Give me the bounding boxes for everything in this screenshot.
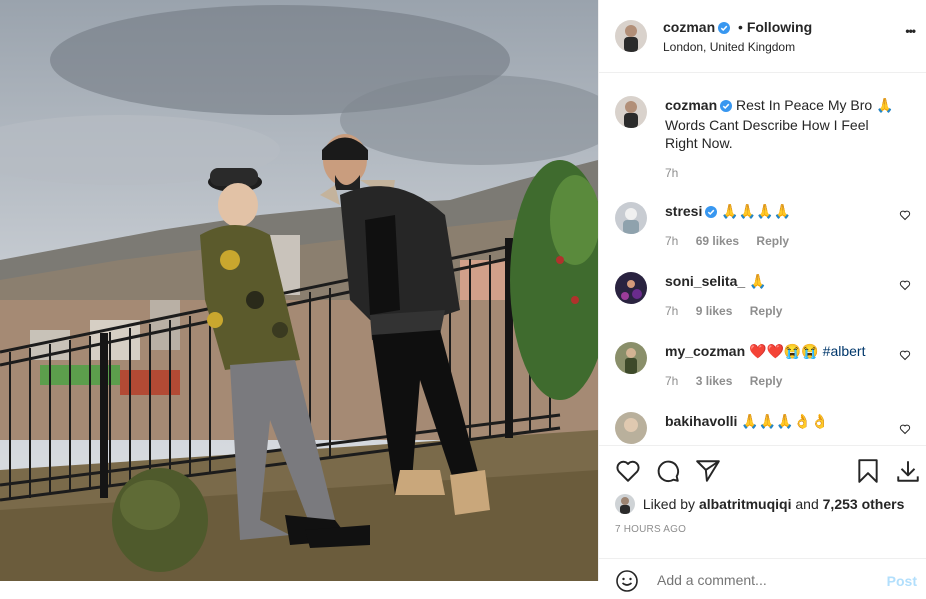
comment-meta: 7h 9 likes Reply [665, 304, 796, 318]
post-comment-button[interactable]: Post [887, 573, 917, 589]
commenter-username[interactable]: stresi [665, 203, 702, 219]
comment-like-heart-icon[interactable] [899, 422, 911, 440]
share-paper-plane-icon[interactable] [695, 458, 721, 489]
post-timestamp[interactable]: 7 HOURS AGO [615, 524, 686, 535]
comment-bubble-icon[interactable] [655, 458, 681, 489]
commenter-avatar[interactable] [615, 272, 647, 304]
commenter-avatar[interactable] [615, 202, 647, 234]
like-heart-icon[interactable] [615, 458, 641, 489]
reply-button[interactable]: Reply [756, 234, 789, 248]
commenter-avatar[interactable] [615, 412, 647, 444]
verified-badge-icon [718, 21, 731, 37]
verified-badge-icon [720, 98, 733, 116]
comment-meta: 7h 69 likes Reply [665, 234, 803, 248]
comment-text-block: bakihavolli 🙏🙏🙏👌👌 [665, 412, 905, 430]
commenter-username[interactable]: bakihavolli [665, 413, 737, 429]
comment-like-heart-icon[interactable] [899, 208, 911, 226]
comment-time[interactable]: 7h [665, 304, 678, 318]
comment-time[interactable]: 7h [665, 374, 678, 388]
comment-text: 🙏🙏🙏🙏 [721, 203, 791, 219]
liked-by-user[interactable]: albatritmuqiqi [699, 496, 792, 512]
follow-separator: • [738, 19, 743, 35]
author-avatar[interactable] [615, 20, 647, 52]
caption-username[interactable]: cozman [665, 97, 717, 113]
comment-item: soni_selita_ 🙏 7h 9 likes Reply [615, 266, 915, 326]
comment-like-heart-icon[interactable] [899, 278, 911, 296]
post-location[interactable]: London, United Kingdom [663, 40, 795, 54]
post-actions-section: Liked by albatritmuqiqi and 7,253 others… [599, 445, 926, 592]
emoji-icon[interactable] [615, 569, 639, 598]
following-button[interactable]: Following [747, 19, 812, 35]
comment-meta: 7h 3 likes Reply [665, 374, 796, 388]
author-username[interactable]: cozman [663, 19, 715, 35]
comment-input[interactable] [655, 571, 869, 589]
comment-likes[interactable]: 69 likes [696, 234, 739, 248]
add-comment-bar: Post [599, 558, 926, 599]
comment-text: ❤️❤️😭😭 [749, 343, 819, 359]
post-details-panel: cozman • Following London, United Kingdo… [598, 0, 926, 592]
comment-text-block: stresi 🙏🙏🙏🙏 [665, 202, 905, 222]
comment-item: bakihavolli 🙏🙏🙏👌👌 [615, 406, 915, 444]
comment-hashtag-link[interactable]: #albert [823, 343, 866, 359]
verified-badge-icon [705, 204, 718, 222]
comment-text-block: soni_selita_ 🙏 [665, 272, 905, 290]
caption-time[interactable]: 7h [665, 166, 678, 180]
caption: cozman Rest In Peace My Bro 🙏 Words Cant… [615, 90, 915, 185]
commenter-username[interactable]: soni_selita_ [665, 273, 745, 289]
liked-by-row: Liked by albatritmuqiqi and 7,253 others [615, 494, 904, 514]
download-icon[interactable] [895, 458, 921, 489]
comment-like-heart-icon[interactable] [899, 348, 911, 366]
post-image [0, 0, 598, 581]
liker-avatar[interactable] [615, 494, 635, 514]
comment-likes[interactable]: 3 likes [696, 374, 733, 388]
save-bookmark-icon[interactable] [855, 458, 881, 489]
reply-button[interactable]: Reply [750, 304, 783, 318]
post-photo[interactable] [0, 0, 598, 581]
comment-item: my_cozman ❤️❤️😭😭 #albert 7h 3 likes Repl… [615, 336, 915, 396]
post-header: cozman • Following London, United Kingdo… [599, 0, 926, 73]
caption-text-block: cozman Rest In Peace My Bro 🙏 Words Cant… [665, 96, 905, 152]
reply-button[interactable]: Reply [750, 374, 783, 388]
commenter-avatar[interactable] [615, 342, 647, 374]
comment-text-block: my_cozman ❤️❤️😭😭 #albert [665, 342, 905, 360]
comment-text: 🙏🙏🙏👌👌 [741, 413, 829, 429]
more-options-icon[interactable]: ••• [905, 24, 916, 38]
comment-time[interactable]: 7h [665, 234, 678, 248]
commenter-username[interactable]: my_cozman [665, 343, 745, 359]
comment-item: stresi 🙏🙏🙏🙏 7h 69 likes Reply [615, 196, 915, 256]
liked-by-conj: and [795, 496, 819, 512]
comment-text: 🙏 [749, 273, 767, 289]
liked-by-prefix: Liked by [642, 496, 696, 512]
comment-likes[interactable]: 9 likes [696, 304, 733, 318]
caption-avatar[interactable] [615, 96, 647, 128]
liked-by-others[interactable]: 7,253 others [823, 496, 905, 512]
